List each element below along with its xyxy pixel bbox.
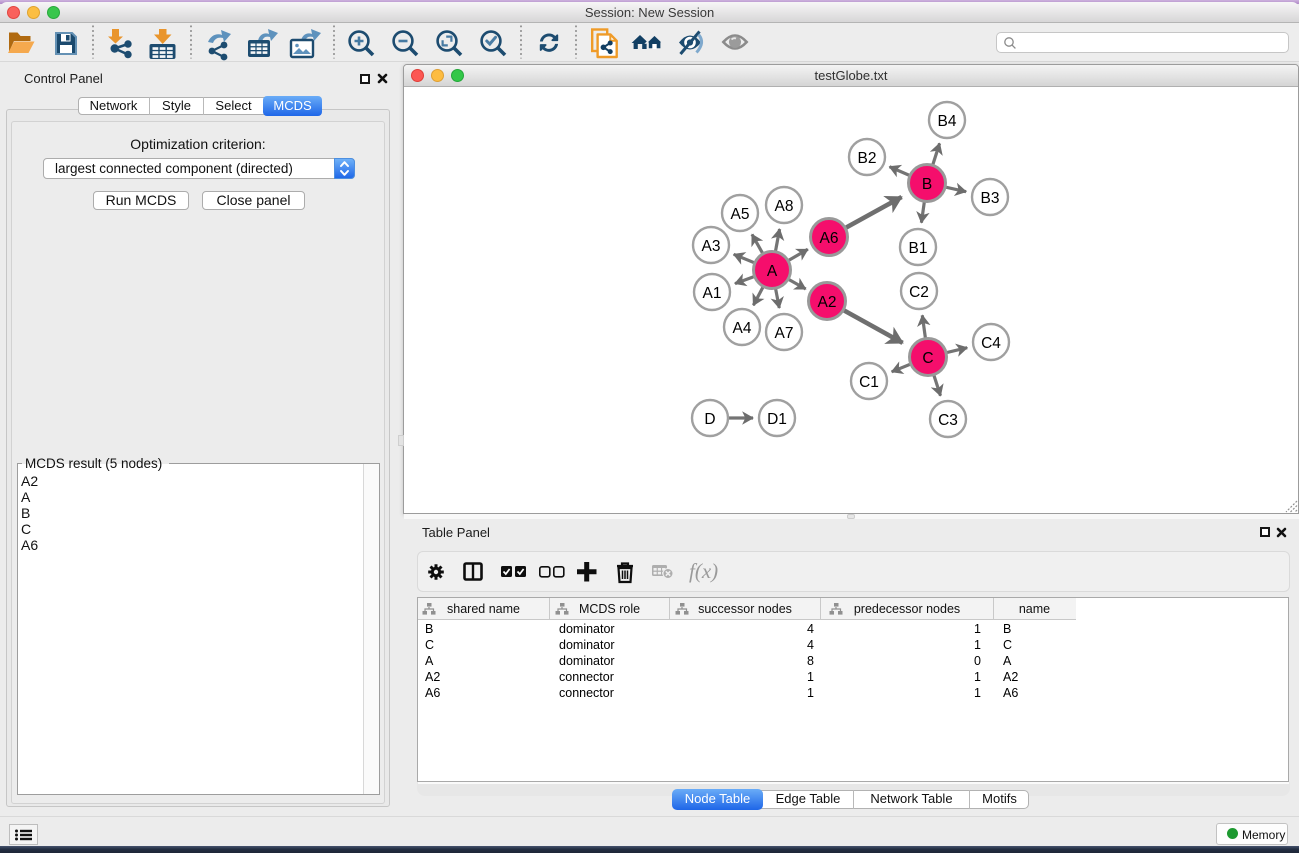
svg-text:C: C [922, 350, 933, 367]
svg-text:A: A [767, 263, 778, 280]
svg-text:f(x): f(x) [689, 559, 718, 583]
svg-text:B1: B1 [909, 240, 928, 257]
svg-text:A3: A3 [702, 238, 721, 255]
svg-text:B2: B2 [858, 150, 877, 167]
svg-text:A4: A4 [733, 320, 752, 337]
svg-text:A1: A1 [703, 285, 722, 302]
svg-text:D1: D1 [767, 411, 787, 428]
svg-text:B: B [922, 176, 932, 193]
svg-text:C1: C1 [859, 374, 879, 391]
svg-text:A2: A2 [818, 294, 837, 311]
svg-text:B3: B3 [981, 190, 1000, 207]
svg-text:A6: A6 [820, 230, 839, 247]
svg-text:A8: A8 [775, 198, 794, 215]
svg-text:B4: B4 [938, 113, 957, 130]
svg-text:C2: C2 [909, 284, 929, 301]
svg-text:D: D [704, 411, 715, 428]
svg-text:C4: C4 [981, 335, 1001, 352]
svg-text:C3: C3 [938, 412, 958, 429]
svg-text:A7: A7 [775, 325, 794, 342]
svg-text:A5: A5 [731, 206, 750, 223]
